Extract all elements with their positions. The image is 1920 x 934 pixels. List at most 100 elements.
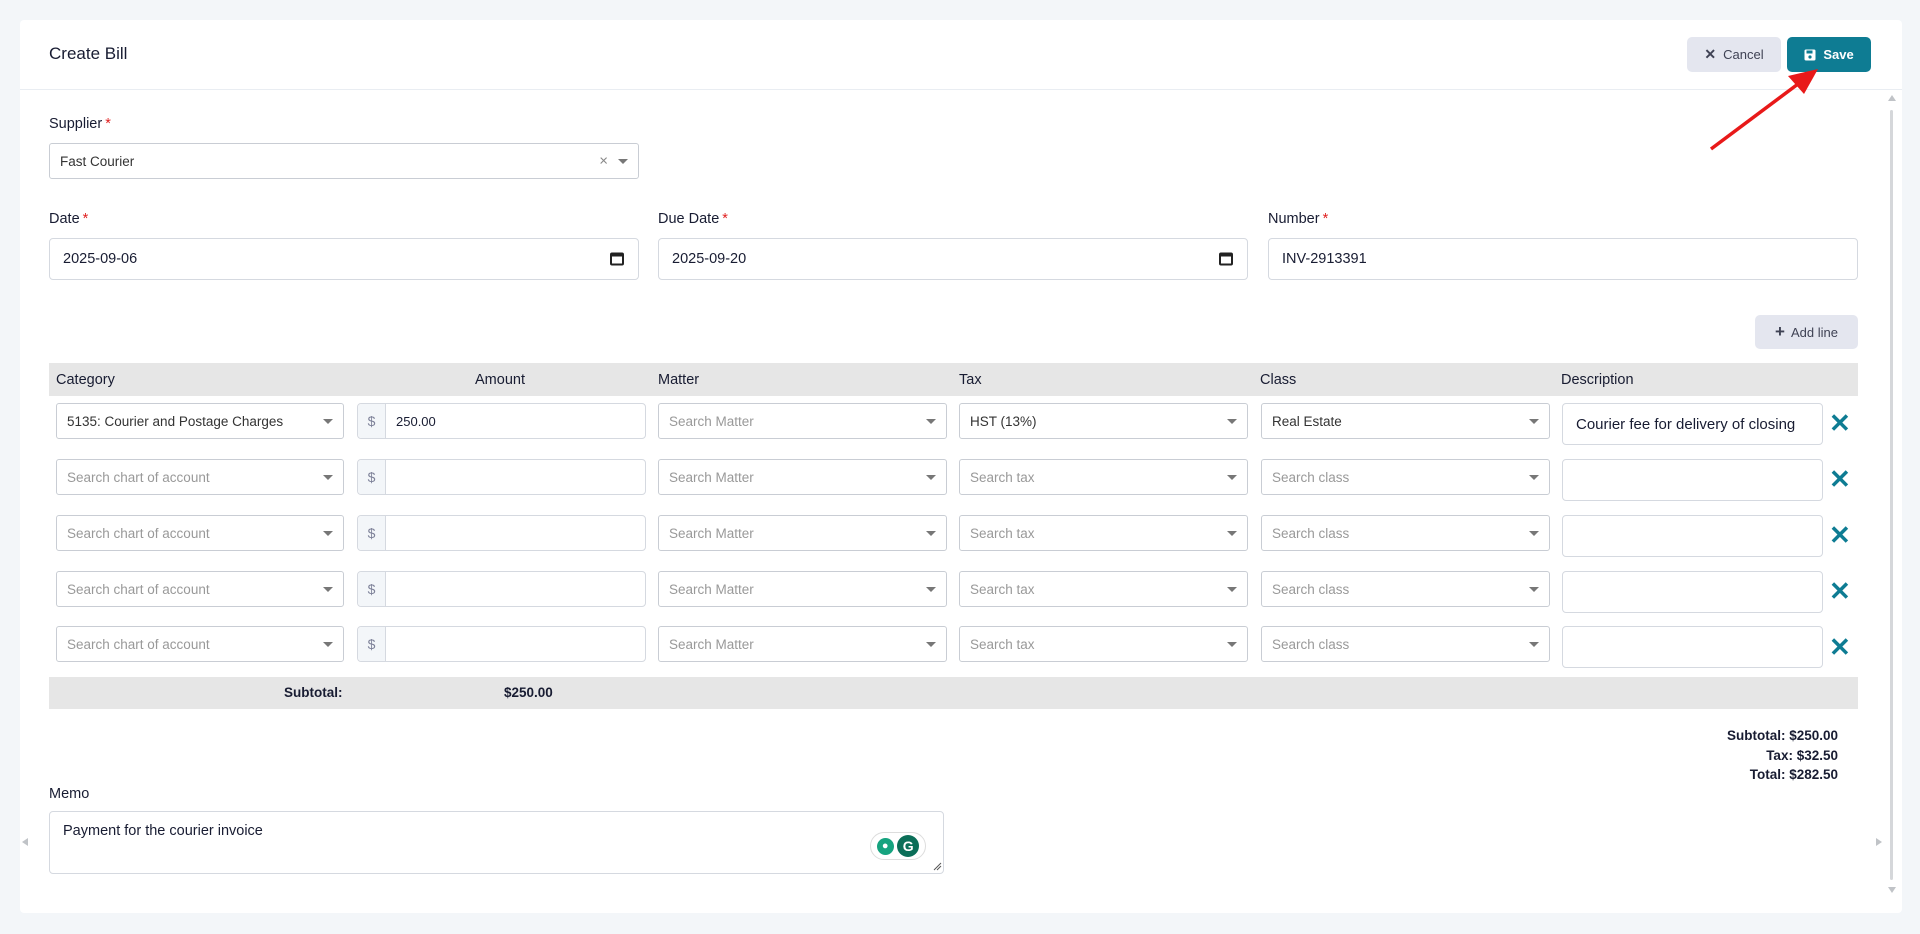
resize-handle-icon[interactable] <box>932 861 942 871</box>
tax-select[interactable]: Search tax <box>959 626 1248 662</box>
category-select[interactable]: 5135: Courier and Postage Charges <box>56 403 344 439</box>
amount-value <box>386 627 396 661</box>
date-value: 2025-09-06 <box>63 251 138 267</box>
tax-placeholder: Search tax <box>970 469 1035 485</box>
delete-row-icon[interactable]: ✕ <box>1829 522 1851 548</box>
description-value: Courier fee for delivery of closing <box>1576 415 1796 433</box>
amount-input[interactable]: $ <box>357 515 646 551</box>
matter-placeholder: Search Matter <box>669 581 754 597</box>
table-header: Category Amount Matter Tax Class Descrip… <box>49 363 1858 396</box>
amount-input[interactable]: $ <box>357 626 646 662</box>
class-select[interactable]: Real Estate <box>1261 403 1550 439</box>
scroll-right-arrow-icon[interactable] <box>1876 838 1882 846</box>
chevron-down-icon <box>1529 531 1539 536</box>
column-header-tax: Tax <box>959 372 982 388</box>
tax-select[interactable]: Search tax <box>959 515 1248 551</box>
number-input[interactable]: INV-2913391 <box>1268 238 1858 280</box>
delete-row-icon[interactable]: ✕ <box>1829 578 1851 604</box>
chevron-down-icon <box>1529 587 1539 592</box>
grammarly-widget[interactable]: ● G <box>870 832 926 860</box>
memo-textarea[interactable]: Payment for the courier invoice <box>49 811 944 874</box>
scroll-down-arrow-icon[interactable] <box>1888 887 1896 893</box>
scroll-left-arrow-icon[interactable] <box>22 838 28 846</box>
add-line-button[interactable]: + Add line <box>1755 315 1858 349</box>
class-placeholder: Search class <box>1272 581 1350 597</box>
description-input[interactable] <box>1562 515 1823 557</box>
column-header-description: Description <box>1561 372 1634 388</box>
clear-icon[interactable]: × <box>599 153 608 170</box>
category-placeholder: Search chart of account <box>67 525 210 541</box>
category-select[interactable]: Search chart of account <box>56 459 344 495</box>
delete-row-icon[interactable]: ✕ <box>1829 634 1851 660</box>
date-input[interactable]: 2025-09-06 <box>49 238 639 280</box>
chevron-down-icon <box>1227 475 1237 480</box>
class-value: Real Estate <box>1272 413 1342 429</box>
delete-row-icon[interactable]: ✕ <box>1829 410 1851 436</box>
category-placeholder: Search chart of account <box>67 581 210 597</box>
amount-input[interactable]: $ <box>357 459 646 495</box>
amount-value <box>386 516 396 550</box>
matter-placeholder: Search Matter <box>669 469 754 485</box>
category-select[interactable]: Search chart of account <box>56 626 344 662</box>
memo-label: Memo <box>49 786 90 802</box>
cancel-button-label: Cancel <box>1723 47 1764 62</box>
scroll-up-arrow-icon[interactable] <box>1888 95 1896 101</box>
scrollbar-thumb[interactable] <box>1890 110 1893 880</box>
calendar-icon[interactable] <box>610 252 624 266</box>
tax-select[interactable]: HST (13%) <box>959 403 1248 439</box>
chevron-down-icon <box>1227 531 1237 536</box>
matter-select[interactable]: Search Matter <box>658 515 947 551</box>
class-placeholder: Search class <box>1272 469 1350 485</box>
class-select[interactable]: Search class <box>1261 626 1550 662</box>
class-select[interactable]: Search class <box>1261 515 1550 551</box>
summary-subtotal: Subtotal: $250.00 <box>1726 728 1838 743</box>
tax-select[interactable]: Search tax <box>959 571 1248 607</box>
category-placeholder: Search chart of account <box>67 469 210 485</box>
lightbulb-icon[interactable]: ● <box>876 837 894 855</box>
column-header-class: Class <box>1260 372 1297 388</box>
matter-select[interactable]: Search Matter <box>658 626 947 662</box>
delete-row-icon[interactable]: ✕ <box>1829 466 1851 492</box>
description-input[interactable] <box>1562 459 1823 501</box>
matter-select[interactable]: Search Matter <box>658 571 947 607</box>
category-select[interactable]: Search chart of account <box>56 515 344 551</box>
description-input[interactable] <box>1562 626 1823 668</box>
amount-value <box>386 460 396 494</box>
tax-select[interactable]: Search tax <box>959 459 1248 495</box>
page-title: Create Bill <box>49 44 128 63</box>
currency-symbol: $ <box>358 516 386 550</box>
description-input[interactable]: Courier fee for delivery of closing <box>1562 403 1823 445</box>
matter-select[interactable]: Search Matter <box>658 403 947 439</box>
calendar-icon[interactable] <box>1219 252 1233 266</box>
class-select[interactable]: Search class <box>1261 459 1550 495</box>
amount-input[interactable]: $ <box>357 571 646 607</box>
vertical-scrollbar[interactable] <box>1888 95 1896 893</box>
tax-placeholder: Search tax <box>970 581 1035 597</box>
chevron-down-icon <box>1227 587 1237 592</box>
table-subtotal-row: Subtotal: $250.00 <box>49 677 1858 709</box>
chevron-down-icon <box>926 531 936 536</box>
supplier-select[interactable]: Fast Courier × <box>49 143 639 179</box>
save-button[interactable]: Save <box>1787 37 1871 72</box>
currency-symbol: $ <box>358 572 386 606</box>
class-select[interactable]: Search class <box>1261 571 1550 607</box>
description-input[interactable] <box>1562 571 1823 613</box>
tax-placeholder: Search tax <box>970 636 1035 652</box>
floppy-disk-icon <box>1804 49 1816 60</box>
amount-input[interactable]: $250.00 <box>357 403 646 439</box>
due-date-input[interactable]: 2025-09-20 <box>658 238 1248 280</box>
due-date-label: Due Date * <box>658 211 728 227</box>
currency-symbol: $ <box>358 627 386 661</box>
currency-symbol: $ <box>358 460 386 494</box>
due-date-value: 2025-09-20 <box>672 251 747 267</box>
supplier-value: Fast Courier <box>60 153 135 169</box>
tax-value: HST (13%) <box>970 413 1037 429</box>
totals-summary: Subtotal: $250.00 Tax: $32.50 Total: $28… <box>1727 726 1838 785</box>
category-select[interactable]: Search chart of account <box>56 571 344 607</box>
matter-select[interactable]: Search Matter <box>658 459 947 495</box>
cancel-button[interactable]: ✕ Cancel <box>1687 37 1781 72</box>
chevron-down-icon <box>323 531 333 536</box>
chevron-down-icon <box>1227 419 1237 424</box>
grammarly-icon[interactable]: G <box>897 835 920 857</box>
amount-value: 250.00 <box>396 413 436 429</box>
